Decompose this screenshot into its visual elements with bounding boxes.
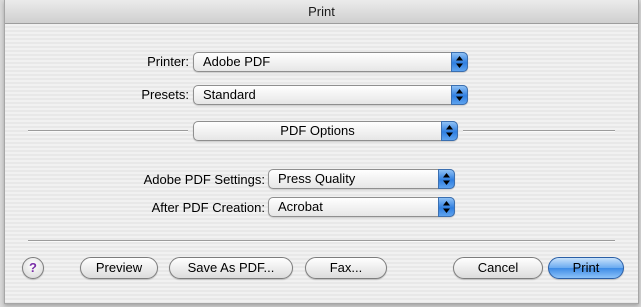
pdf-settings-popup[interactable]: Press Quality (268, 169, 455, 189)
print-button[interactable]: Print (548, 257, 624, 279)
up-down-arrows-icon (441, 121, 458, 141)
separator-left (28, 130, 188, 132)
fax-button[interactable]: Fax... (305, 257, 387, 279)
presets-value: Standard (203, 87, 256, 102)
presets-popup[interactable]: Standard (193, 85, 468, 105)
save-as-pdf-button[interactable]: Save As PDF... (169, 257, 293, 279)
presets-label: Presets: (141, 87, 189, 102)
pdf-settings-label: Adobe PDF Settings: (143, 172, 265, 187)
pane-value: PDF Options (280, 123, 355, 138)
separator-right (463, 130, 615, 132)
help-button[interactable]: ? (22, 257, 44, 279)
printer-value: Adobe PDF (203, 54, 271, 69)
up-down-arrows-icon (451, 85, 468, 105)
cancel-button[interactable]: Cancel (453, 257, 543, 279)
after-creation-label: After PDF Creation: (151, 200, 265, 215)
pdf-settings-value: Press Quality (278, 171, 356, 186)
up-down-arrows-icon (451, 52, 468, 72)
up-down-arrows-icon (438, 169, 455, 189)
print-dialog: Print Printer: Adobe PDF Presets: Standa… (4, 0, 639, 304)
after-creation-popup[interactable]: Acrobat (268, 197, 455, 217)
printer-label: Printer: (147, 54, 189, 69)
pane-popup[interactable]: PDF Options (193, 121, 458, 141)
up-down-arrows-icon (438, 197, 455, 217)
dialog-content: Printer: Adobe PDF Presets: Standard PDF… (5, 24, 638, 303)
preview-button[interactable]: Preview (80, 257, 158, 279)
bottom-separator (28, 240, 615, 242)
after-creation-value: Acrobat (278, 199, 323, 214)
window-title: Print (5, 0, 638, 24)
printer-popup[interactable]: Adobe PDF (193, 52, 468, 72)
